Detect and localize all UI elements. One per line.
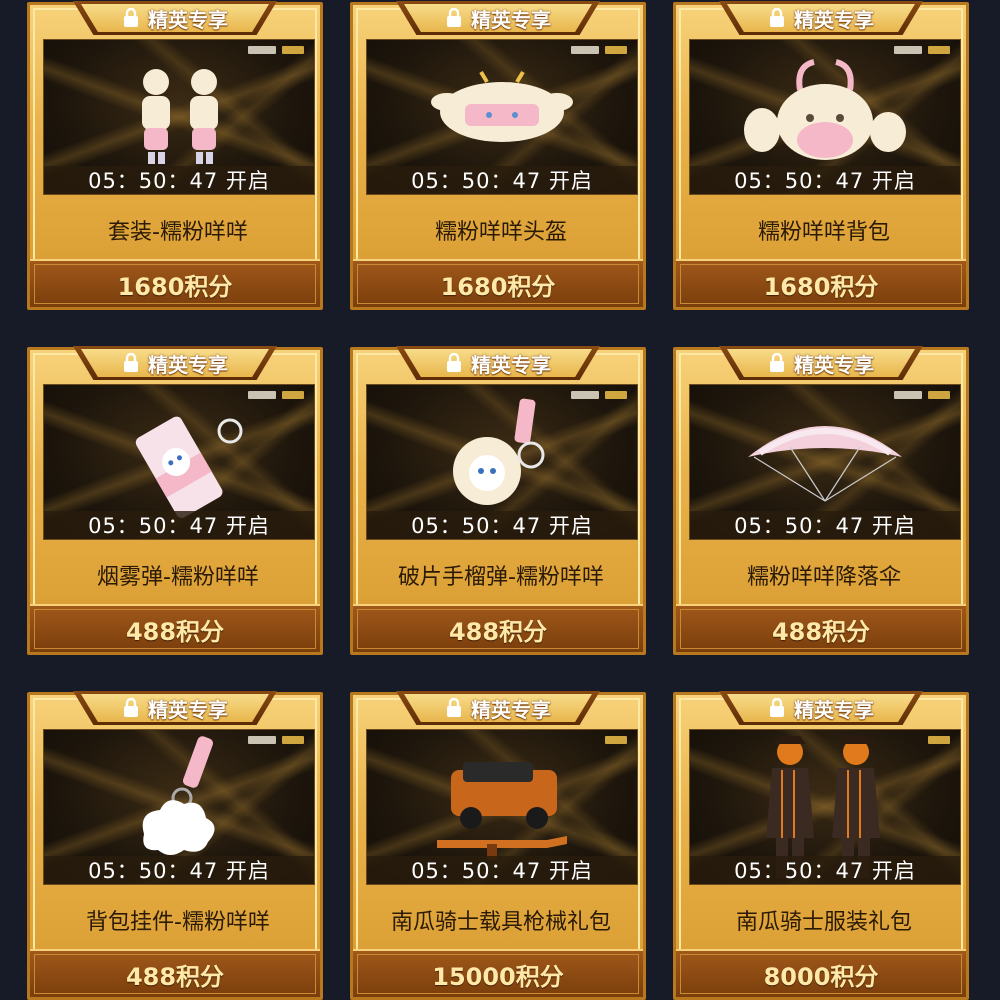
countdown-timer: 05：50：47 开启 — [367, 511, 637, 539]
countdown-timer: 05：50：47 开启 — [44, 511, 314, 539]
elite-badge: 精英专享 — [73, 1, 277, 35]
badge-label: 精英专享 — [148, 352, 228, 377]
item-name: 烟雾弹-糯粉咩咩 — [97, 565, 259, 590]
countdown-timer: 05：50：47 开启 — [690, 856, 960, 884]
lock-icon — [124, 353, 138, 372]
badge-label: 精英专享 — [471, 7, 551, 32]
elite-badge: 精英专享 — [719, 691, 923, 725]
item-image: 05：50：47 开启 — [366, 384, 638, 540]
lock-icon — [770, 698, 784, 717]
price-text: 1680积分 — [763, 272, 879, 301]
elite-badge: 精英专享 — [719, 346, 923, 380]
price-label[interactable]: 488积分 — [676, 604, 966, 652]
item-image: 05：50：47 开启 — [366, 729, 638, 885]
price-text: 1680积分 — [117, 272, 233, 301]
badge-label: 精英专享 — [794, 697, 874, 722]
item-image: 05：50：47 开启 — [689, 39, 961, 195]
lock-icon — [447, 698, 461, 717]
reward-card[interactable]: 精英专享 05：50：47 开启 套装-糯粉咩咩 1680积分 — [27, 1, 323, 310]
item-image: 05：50：47 开启 — [689, 384, 961, 540]
elite-badge: 精英专享 — [73, 346, 277, 380]
reward-card[interactable]: 精英专享 05：50：47 开启 南瓜骑士服装礼包 8000积分 — [673, 691, 969, 1000]
reward-card[interactable]: 精英专享 05：50：47 开启 糯粉咩咩头盔 1680积分 — [350, 1, 646, 310]
badge-label: 精英专享 — [471, 352, 551, 377]
item-name: 南瓜骑士服装礼包 — [735, 910, 912, 935]
reward-card[interactable]: 精英专享 05：50：47 开启 南瓜骑士载具枪械礼包 15000积分 — [350, 691, 646, 1000]
price-label[interactable]: 488积分 — [30, 604, 320, 652]
price-text: 8000积分 — [763, 962, 879, 991]
countdown-timer: 05：50：47 开启 — [44, 856, 314, 884]
price-text: 488积分 — [125, 617, 225, 646]
item-name: 南瓜骑士载具枪械礼包 — [390, 910, 611, 935]
price-text: 1680积分 — [440, 272, 556, 301]
item-image: 05：50：47 开启 — [43, 384, 315, 540]
item-name: 糯粉咩咩背包 — [757, 220, 890, 245]
countdown-timer: 05：50：47 开启 — [367, 166, 637, 194]
price-label[interactable]: 1680积分 — [676, 259, 966, 307]
item-image: 05：50：47 开启 — [366, 39, 638, 195]
lock-icon — [124, 8, 138, 27]
badge-label: 精英专享 — [148, 697, 228, 722]
reward-card[interactable]: 精英专享 05：50：47 开启 烟雾弹-糯粉咩咩 488积分 — [27, 346, 323, 655]
reward-card[interactable]: 精英专享 05：50：47 开启 背包挂件-糯粉咩咩 488积分 — [27, 691, 323, 1000]
item-image: 05：50：47 开启 — [689, 729, 961, 885]
elite-badge: 精英专享 — [73, 691, 277, 725]
elite-badge: 精英专享 — [396, 346, 600, 380]
reward-card[interactable]: 精英专享 05：50：47 开启 糯粉咩咩背包 1680积分 — [673, 1, 969, 310]
lock-icon — [124, 698, 138, 717]
badge-label: 精英专享 — [148, 7, 228, 32]
price-label[interactable]: 15000积分 — [353, 949, 643, 997]
item-name: 糯粉咩咩头盔 — [434, 220, 567, 245]
reward-card[interactable]: 精英专享 05：50：47 开启 破片手榴弹-糯粉咩咩 488积分 — [350, 346, 646, 655]
item-name: 破片手榴弹-糯粉咩咩 — [398, 565, 604, 590]
countdown-timer: 05：50：47 开启 — [44, 166, 314, 194]
countdown-timer: 05：50：47 开启 — [690, 166, 960, 194]
badge-label: 精英专享 — [471, 697, 551, 722]
item-image: 05：50：47 开启 — [43, 39, 315, 195]
item-image: 05：50：47 开启 — [43, 729, 315, 885]
price-label[interactable]: 8000积分 — [676, 949, 966, 997]
badge-label: 精英专享 — [794, 352, 874, 377]
item-name: 套装-糯粉咩咩 — [108, 220, 248, 245]
price-text: 488积分 — [771, 617, 871, 646]
item-name: 糯粉咩咩降落伞 — [746, 565, 901, 590]
elite-badge: 精英专享 — [396, 691, 600, 725]
countdown-timer: 05：50：47 开启 — [367, 856, 637, 884]
lock-icon — [770, 353, 784, 372]
reward-grid: 精英专享 05：50：47 开启 套装-糯粉咩咩 1680积分 精英专享 05：… — [0, 0, 1000, 1000]
elite-badge: 精英专享 — [396, 1, 600, 35]
lock-icon — [770, 8, 784, 27]
badge-label: 精英专享 — [794, 7, 874, 32]
countdown-timer: 05：50：47 开启 — [690, 511, 960, 539]
elite-badge: 精英专享 — [719, 1, 923, 35]
price-label[interactable]: 488积分 — [30, 949, 320, 997]
price-text: 15000积分 — [432, 962, 564, 991]
reward-card[interactable]: 精英专享 05：50：47 开启 糯粉咩咩降落伞 488积分 — [673, 346, 969, 655]
item-name: 背包挂件-糯粉咩咩 — [86, 910, 270, 935]
lock-icon — [447, 8, 461, 27]
price-label[interactable]: 1680积分 — [30, 259, 320, 307]
price-label[interactable]: 1680积分 — [353, 259, 643, 307]
price-text: 488积分 — [125, 962, 225, 991]
lock-icon — [447, 353, 461, 372]
price-text: 488积分 — [448, 617, 548, 646]
price-label[interactable]: 488积分 — [353, 604, 643, 652]
